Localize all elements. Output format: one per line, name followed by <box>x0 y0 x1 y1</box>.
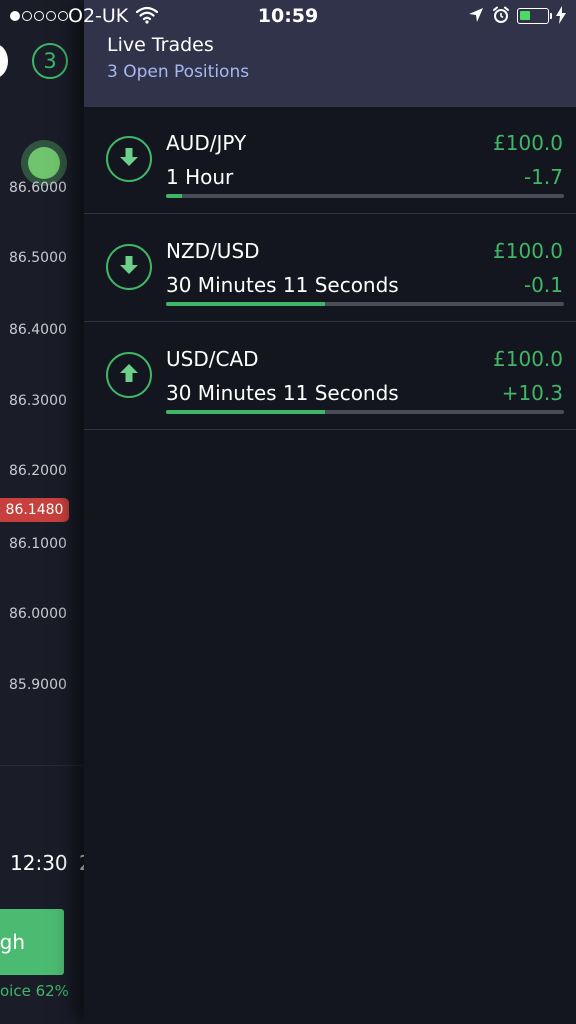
y-axis-label: 86.4000 <box>9 322 67 338</box>
time-progress-fill <box>166 410 326 414</box>
location-arrow-icon <box>468 7 484 27</box>
trade-pnl: -0.1 <box>523 273 563 297</box>
trade-stake: £100.0 <box>493 347 563 371</box>
y-axis-label: 86.5000 <box>9 250 67 266</box>
menu-avatar-circle[interactable] <box>0 44 8 78</box>
trade-pnl: -1.7 <box>523 165 563 189</box>
alarm-clock-icon <box>492 6 510 28</box>
chart-divider <box>0 765 84 766</box>
trade-pnl: +10.3 <box>501 381 563 405</box>
y-axis-label: 86.3000 <box>9 393 67 409</box>
trade-row[interactable]: USD/CAD £100.0 30 Minutes 11 Seconds +10… <box>84 323 576 430</box>
arrow-down-icon <box>117 145 141 173</box>
direction-indicator <box>106 352 152 398</box>
y-axis-label: 86.2000 <box>9 463 67 479</box>
open-positions-count: 3 Open Positions <box>107 62 250 82</box>
y-axis-label: 86.1000 <box>9 536 67 552</box>
battery-tip <box>550 13 552 19</box>
battery-icon <box>517 8 549 24</box>
open-positions-badge[interactable]: 3 <box>32 43 68 79</box>
trade-row[interactable]: NZD/USD £100.0 30 Minutes 11 Seconds -0.… <box>84 215 576 322</box>
y-axis-label: 85.9000 <box>9 677 67 693</box>
time-remaining: 30 Minutes 11 Seconds <box>166 273 399 297</box>
charging-bolt-icon <box>556 6 566 28</box>
clock-time: 10:59 <box>257 5 319 27</box>
currency-pair: USD/CAD <box>166 347 259 371</box>
direction-indicator <box>106 136 152 182</box>
y-axis-label: 86.0000 <box>9 606 67 622</box>
high-button[interactable]: gh <box>0 909 64 975</box>
time-progress-fill <box>166 194 182 198</box>
current-price-tag: 86.1480 <box>0 498 69 522</box>
currency-pair: NZD/USD <box>166 239 260 263</box>
time-progress-bar <box>166 194 564 198</box>
time-remaining: 30 Minutes 11 Seconds <box>166 381 399 405</box>
expiry-time-label[interactable]: 12:30 <box>10 851 68 875</box>
trade-stake: £100.0 <box>493 131 563 155</box>
drawer-title: Live Trades <box>107 34 214 56</box>
background-chart-panel: 3 86.6000 86.5000 86.4000 86.3000 86.200… <box>0 0 84 1024</box>
payout-percentage: oice 62% <box>0 982 69 1000</box>
screen: O2-UK 10:59 3 86.6000 86.5000 86.4000 86… <box>0 0 576 1024</box>
trade-row[interactable]: AUD/JPY £100.0 1 Hour -1.7 <box>84 107 576 214</box>
y-axis-label: 86.6000 <box>9 180 67 196</box>
live-trades-drawer: Live Trades 3 Open Positions AUD/JPY £10… <box>84 0 576 1024</box>
arrow-up-icon <box>117 361 141 389</box>
time-progress-fill <box>166 302 326 306</box>
direction-indicator <box>106 244 152 290</box>
currency-pair: AUD/JPY <box>166 131 247 155</box>
trade-stake: £100.0 <box>493 239 563 263</box>
time-remaining: 1 Hour <box>166 165 234 189</box>
battery-level <box>520 11 530 20</box>
arrow-down-icon <box>117 253 141 281</box>
status-bar: O2-UK 10:59 <box>0 0 576 32</box>
time-progress-bar <box>166 302 564 306</box>
price-marker-dot <box>28 147 60 179</box>
high-button-label: gh <box>0 930 25 954</box>
time-progress-bar <box>166 410 564 414</box>
